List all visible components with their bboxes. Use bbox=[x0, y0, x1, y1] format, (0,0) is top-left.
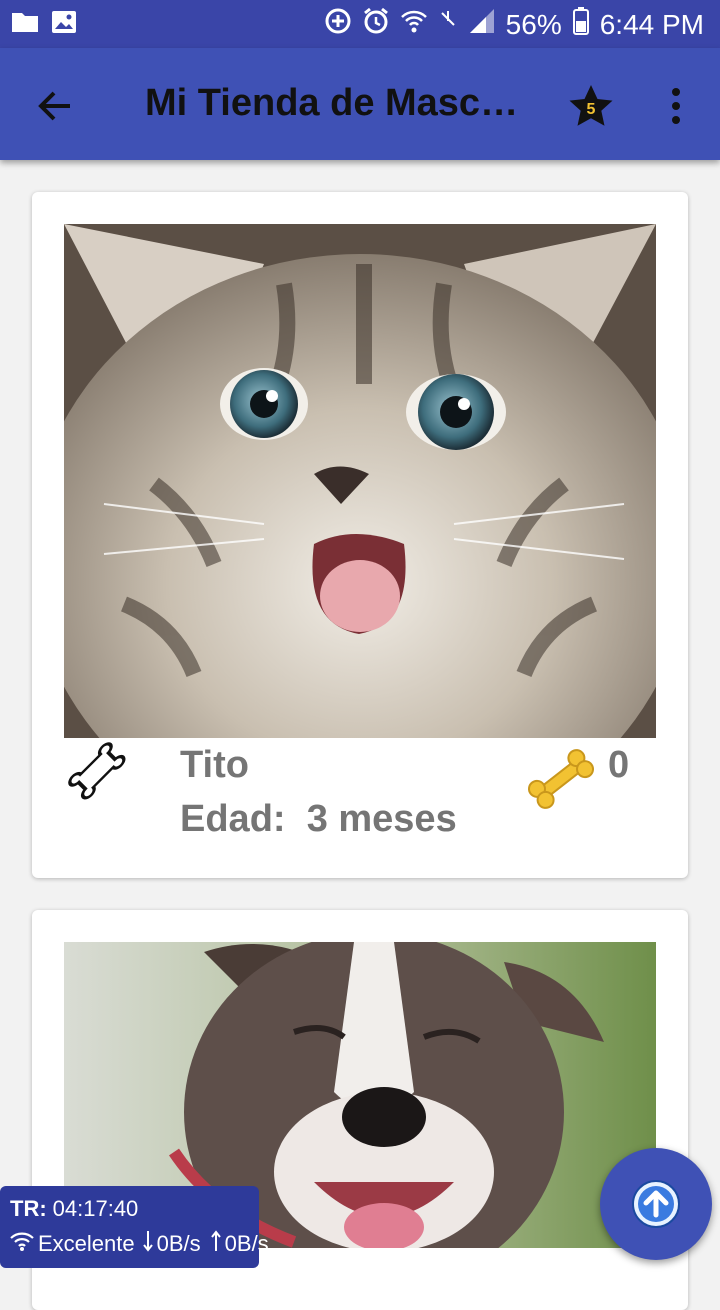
tr-label: TR: bbox=[10, 1196, 47, 1221]
app-bar: Mi Tienda de Mascotas 5 bbox=[0, 48, 720, 160]
wifi-icon bbox=[400, 7, 428, 42]
data-saver-icon bbox=[324, 7, 352, 42]
likes-bone-icon bbox=[522, 744, 600, 814]
clock: 6:44 PM bbox=[599, 8, 704, 40]
back-arrow-icon[interactable] bbox=[34, 84, 78, 128]
upload-speed: 0B/s bbox=[224, 1231, 269, 1256]
pet-photo-kitten bbox=[64, 224, 656, 738]
likes-count: 0 bbox=[608, 744, 630, 786]
battery-percent: 56% bbox=[505, 8, 562, 40]
pet-name: Tito bbox=[180, 744, 249, 786]
folder-icon bbox=[10, 8, 40, 41]
pet-card: Tito Edad: 3 meses 0 bbox=[32, 192, 688, 878]
arrow-up-circle-icon bbox=[632, 1180, 680, 1228]
status-bar: 56% 6:44 PM bbox=[0, 0, 720, 48]
age-value: 3 meses bbox=[306, 798, 457, 840]
bone-rate-icon[interactable] bbox=[62, 736, 132, 806]
pet-age: Edad: 3 meses bbox=[180, 798, 457, 841]
image-icon bbox=[50, 8, 78, 41]
wifi-icon bbox=[10, 1231, 34, 1257]
battery-icon bbox=[572, 6, 590, 43]
network-speed-widget[interactable]: TR: 04:17:40 Excelente 0B/s 0B/s bbox=[0, 1186, 269, 1268]
more-vert-icon[interactable] bbox=[662, 84, 690, 128]
tr-value: 04:17:40 bbox=[52, 1196, 139, 1221]
alarm-icon bbox=[362, 7, 390, 42]
no-signal-icon bbox=[438, 7, 458, 42]
age-label: Edad: bbox=[180, 798, 286, 840]
scroll-up-fab[interactable] bbox=[600, 1148, 712, 1260]
page-title: Mi Tienda de Mascotas bbox=[145, 82, 525, 124]
favorites-star-icon[interactable]: 5 bbox=[566, 82, 616, 132]
download-speed: 0B/s bbox=[156, 1231, 201, 1256]
signal-icon bbox=[468, 7, 496, 42]
quality-label: Excelente bbox=[38, 1231, 135, 1256]
download-arrow-icon bbox=[142, 1230, 153, 1258]
favorites-count: 5 bbox=[587, 101, 596, 118]
upload-arrow-icon bbox=[210, 1230, 221, 1258]
